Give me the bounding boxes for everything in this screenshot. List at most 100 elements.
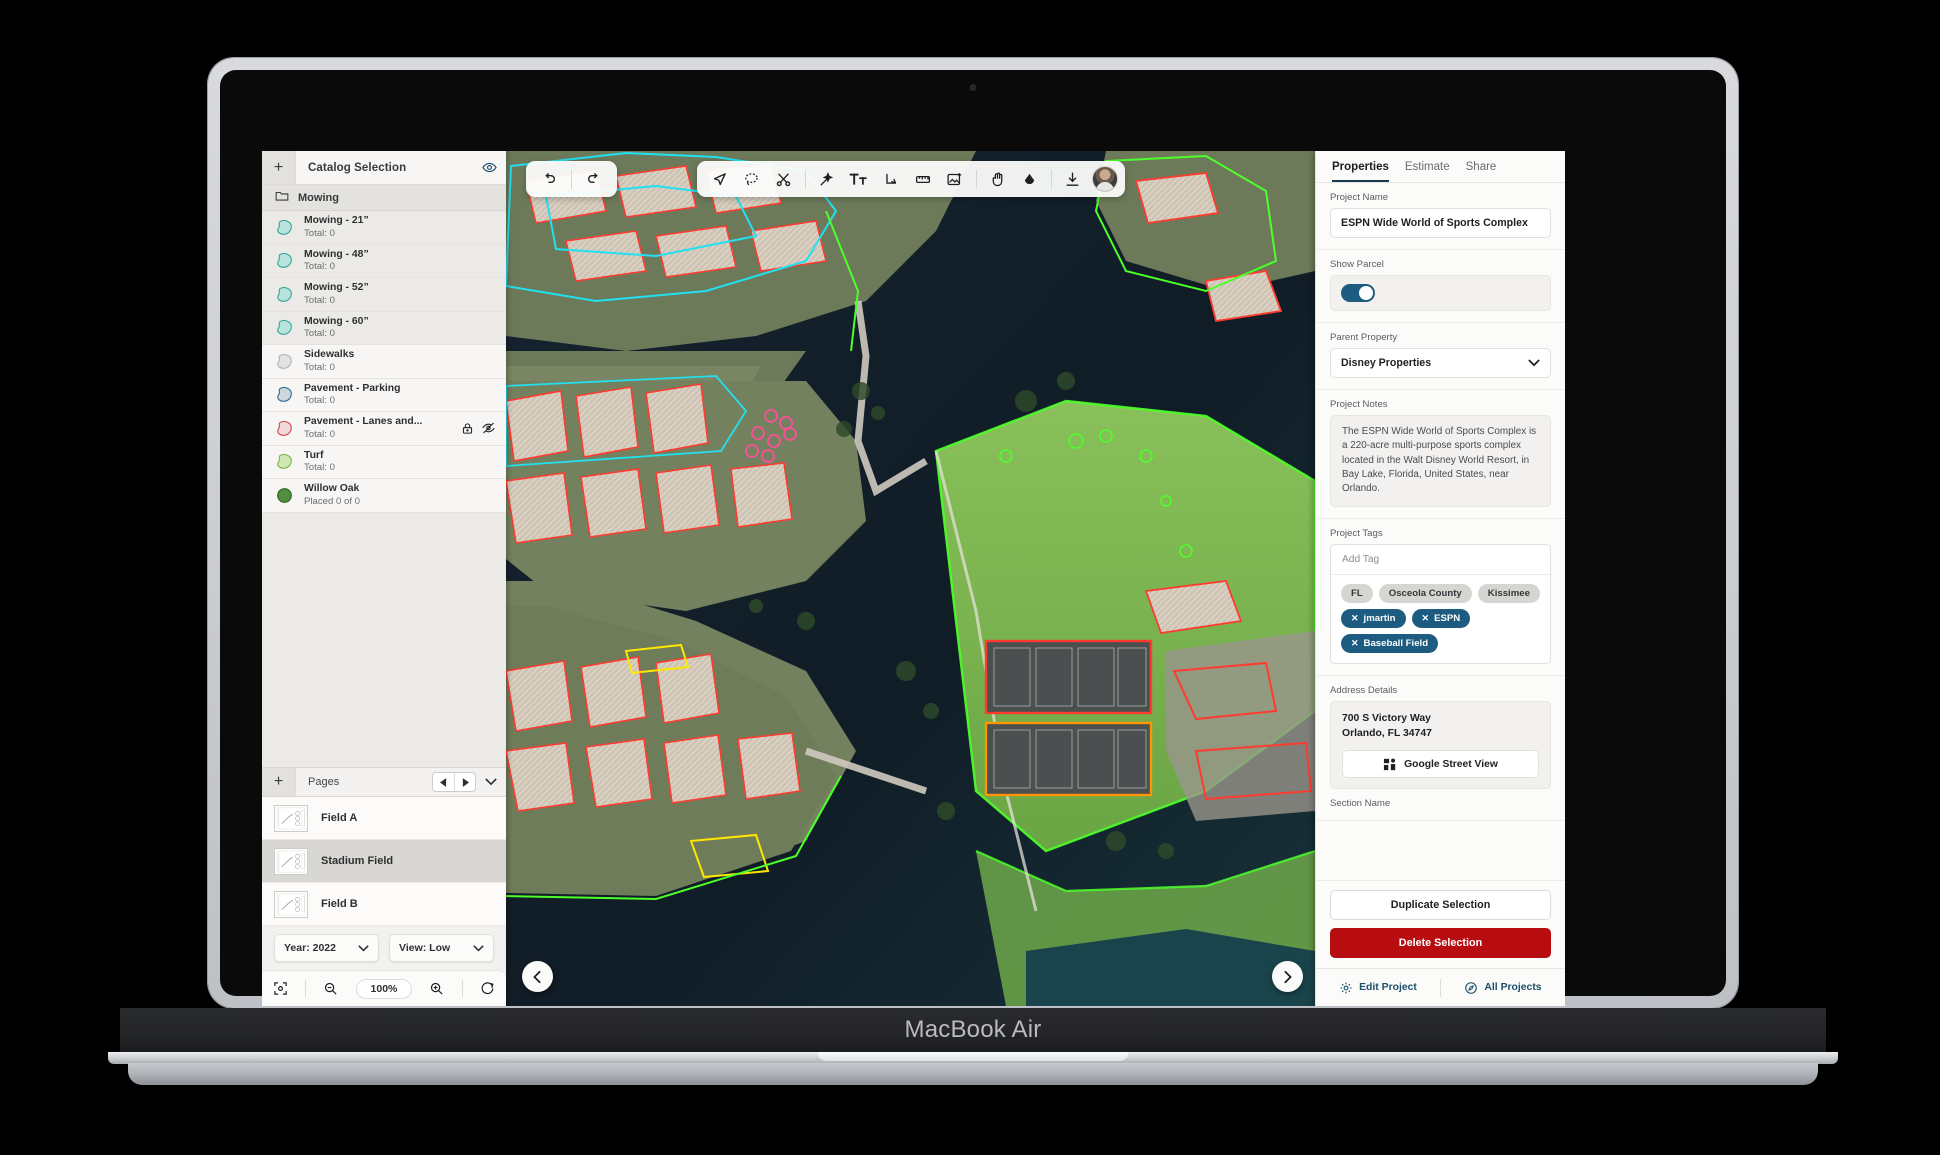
catalog-item-row[interactable]: Pavement - Parking Total: 0 <box>262 378 506 412</box>
divider <box>975 169 977 189</box>
webcam-icon <box>969 84 977 91</box>
water-drop-icon[interactable] <box>1014 164 1046 194</box>
tag-chip-label: Baseball Field <box>1363 637 1429 649</box>
panel-footer: Edit Project All Projects <box>1316 968 1565 1006</box>
catalog-item-name: Pavement - Lanes and... <box>304 416 423 428</box>
chevron-down-icon[interactable] <box>476 768 506 796</box>
page-list-item[interactable]: Stadium Field <box>262 840 506 883</box>
map-next-button[interactable] <box>1272 961 1303 992</box>
zoom-out-icon[interactable] <box>318 976 344 1002</box>
compass-icon <box>1465 981 1478 994</box>
remove-tag-icon[interactable]: ✕ <box>1351 613 1359 624</box>
page-thumbnail <box>274 890 308 918</box>
page-name: Field B <box>321 898 358 910</box>
undo-icon[interactable] <box>532 164 566 194</box>
tag-chip[interactable]: Osceola County <box>1378 583 1472 603</box>
catalog-item-row[interactable]: Mowing - 52” Total: 0 <box>262 278 506 312</box>
zoom-in-icon[interactable] <box>424 976 450 1002</box>
measure-ruler-icon[interactable] <box>907 164 939 194</box>
catalog-item-row[interactable]: Mowing - 60” Total: 0 <box>262 311 506 345</box>
pages-next-button[interactable] <box>454 773 475 791</box>
lock-icon[interactable] <box>461 422 474 435</box>
all-projects-button[interactable]: All Projects <box>1441 981 1565 995</box>
add-catalog-button[interactable]: + <box>262 151 296 184</box>
cursor-pointer-icon[interactable] <box>704 164 736 194</box>
pan-hand-icon[interactable] <box>982 164 1014 194</box>
eye-icon[interactable] <box>472 151 506 184</box>
text-tool-icon[interactable] <box>843 164 875 194</box>
tab-properties[interactable]: Properties <box>1332 161 1389 182</box>
catalog-folder-mowing[interactable]: Mowing <box>262 185 506 211</box>
catalog-item-text: Pavement - Lanes and... Total: 0 <box>304 416 451 440</box>
tag-chip[interactable]: Kissimee <box>1477 583 1540 603</box>
tag-chip[interactable]: ✕ jmartin <box>1341 608 1406 628</box>
catalog-item-name: Willow Oak <box>304 483 360 495</box>
magic-wand-icon[interactable] <box>811 164 843 194</box>
color-swatch <box>277 286 292 302</box>
google-street-view-button[interactable]: Google Street View <box>1342 750 1539 779</box>
divider <box>305 980 307 997</box>
eye-off-icon[interactable] <box>481 421 496 435</box>
rotate-cw-icon[interactable] <box>474 976 500 1002</box>
remove-tag-icon[interactable]: ✕ <box>1351 638 1359 649</box>
redo-icon[interactable] <box>577 164 611 194</box>
view-select[interactable]: View: Low <box>389 934 494 962</box>
delete-selection-button[interactable]: Delete Selection <box>1330 928 1551 958</box>
catalog-item-total: Placed 0 of 0 <box>304 495 361 507</box>
edit-project-button[interactable]: Edit Project <box>1316 981 1440 995</box>
tab-share[interactable]: Share <box>1466 161 1497 182</box>
catalog-item-row[interactable]: Turf Total: 0 <box>262 445 506 479</box>
folder-icon <box>275 190 289 205</box>
tag-chip-label: jmartin <box>1363 612 1396 624</box>
parent-property-select[interactable]: Disney Properties <box>1330 348 1551 378</box>
color-swatch <box>277 420 292 436</box>
project-name-input[interactable]: ESPN Wide World of Sports Complex <box>1330 208 1551 238</box>
download-icon[interactable] <box>1057 164 1089 194</box>
view-select-label: View: Low <box>399 942 451 954</box>
duplicate-selection-button[interactable]: Duplicate Selection <box>1330 890 1551 920</box>
catalog-item-row[interactable]: Pavement - Lanes and... Total: 0 <box>262 412 506 446</box>
scissors-cut-icon[interactable] <box>768 164 800 194</box>
page-thumbnail <box>274 847 308 875</box>
add-page-button[interactable]: + <box>262 768 296 796</box>
tag-chip[interactable]: ✕ ESPN <box>1411 608 1471 628</box>
tag-chip[interactable]: FL <box>1341 583 1373 603</box>
edit-project-label: Edit Project <box>1359 982 1417 993</box>
project-notes-textarea[interactable]: The ESPN Wide World of Sports Complex is… <box>1330 415 1551 507</box>
tab-estimate[interactable]: Estimate <box>1405 161 1450 182</box>
map-viewport[interactable] <box>506 151 1315 1006</box>
address-box: 700 S Victory Way Orlando, FL 34747 Goog… <box>1330 700 1551 790</box>
catalog-item-total: Total: 0 <box>304 261 335 273</box>
map-prev-button[interactable] <box>522 961 553 992</box>
catalog-item-name: Mowing - 21” <box>304 215 369 227</box>
add-image-icon[interactable] <box>939 164 971 194</box>
user-avatar[interactable] <box>1091 166 1118 192</box>
arrow-down-right-icon[interactable] <box>875 164 907 194</box>
laptop-screen: + Catalog Selection Mowing Mowing - 21” … <box>262 151 1565 1006</box>
show-parcel-toggle[interactable] <box>1341 284 1375 302</box>
catalog-item-row[interactable]: Mowing - 48” Total: 0 <box>262 244 506 278</box>
pages-prev-button[interactable] <box>433 773 454 791</box>
zoom-level-display[interactable]: 100% <box>355 978 413 999</box>
add-tag-input[interactable]: Add Tag <box>1331 545 1550 575</box>
color-swatch <box>277 320 292 336</box>
year-select[interactable]: Year: 2022 <box>274 934 379 962</box>
catalog-item-row[interactable]: Sidewalks Total: 0 <box>262 345 506 379</box>
year-view-row: Year: 2022 View: Low <box>262 926 506 970</box>
tag-chip-list: FL Osceola County Kissimee ✕ jmartin ✕ E… <box>1331 575 1550 663</box>
page-list-item[interactable]: Field B <box>262 883 506 926</box>
lasso-select-icon[interactable] <box>736 164 768 194</box>
catalog-item-name: Mowing - 48” <box>304 248 369 260</box>
catalog-item-row[interactable]: Willow Oak Placed 0 of 0 <box>262 479 506 513</box>
catalog-item-total: Total: 0 <box>304 462 335 474</box>
properties-panel: Properties Estimate Share Project Name E… <box>1315 151 1565 1006</box>
catalog-item-row[interactable]: Mowing - 21” Total: 0 <box>262 211 506 245</box>
remove-tag-icon[interactable]: ✕ <box>1422 613 1430 624</box>
history-toolbar <box>526 161 617 197</box>
catalog-item-text: Mowing - 52” Total: 0 <box>304 282 486 306</box>
catalog-header: + Catalog Selection <box>262 151 506 185</box>
chevron-down-icon <box>473 944 484 952</box>
fit-to-screen-icon[interactable] <box>268 976 294 1002</box>
tag-chip[interactable]: ✕ Baseball Field <box>1341 633 1439 653</box>
page-list-item[interactable]: Field A <box>262 797 506 840</box>
